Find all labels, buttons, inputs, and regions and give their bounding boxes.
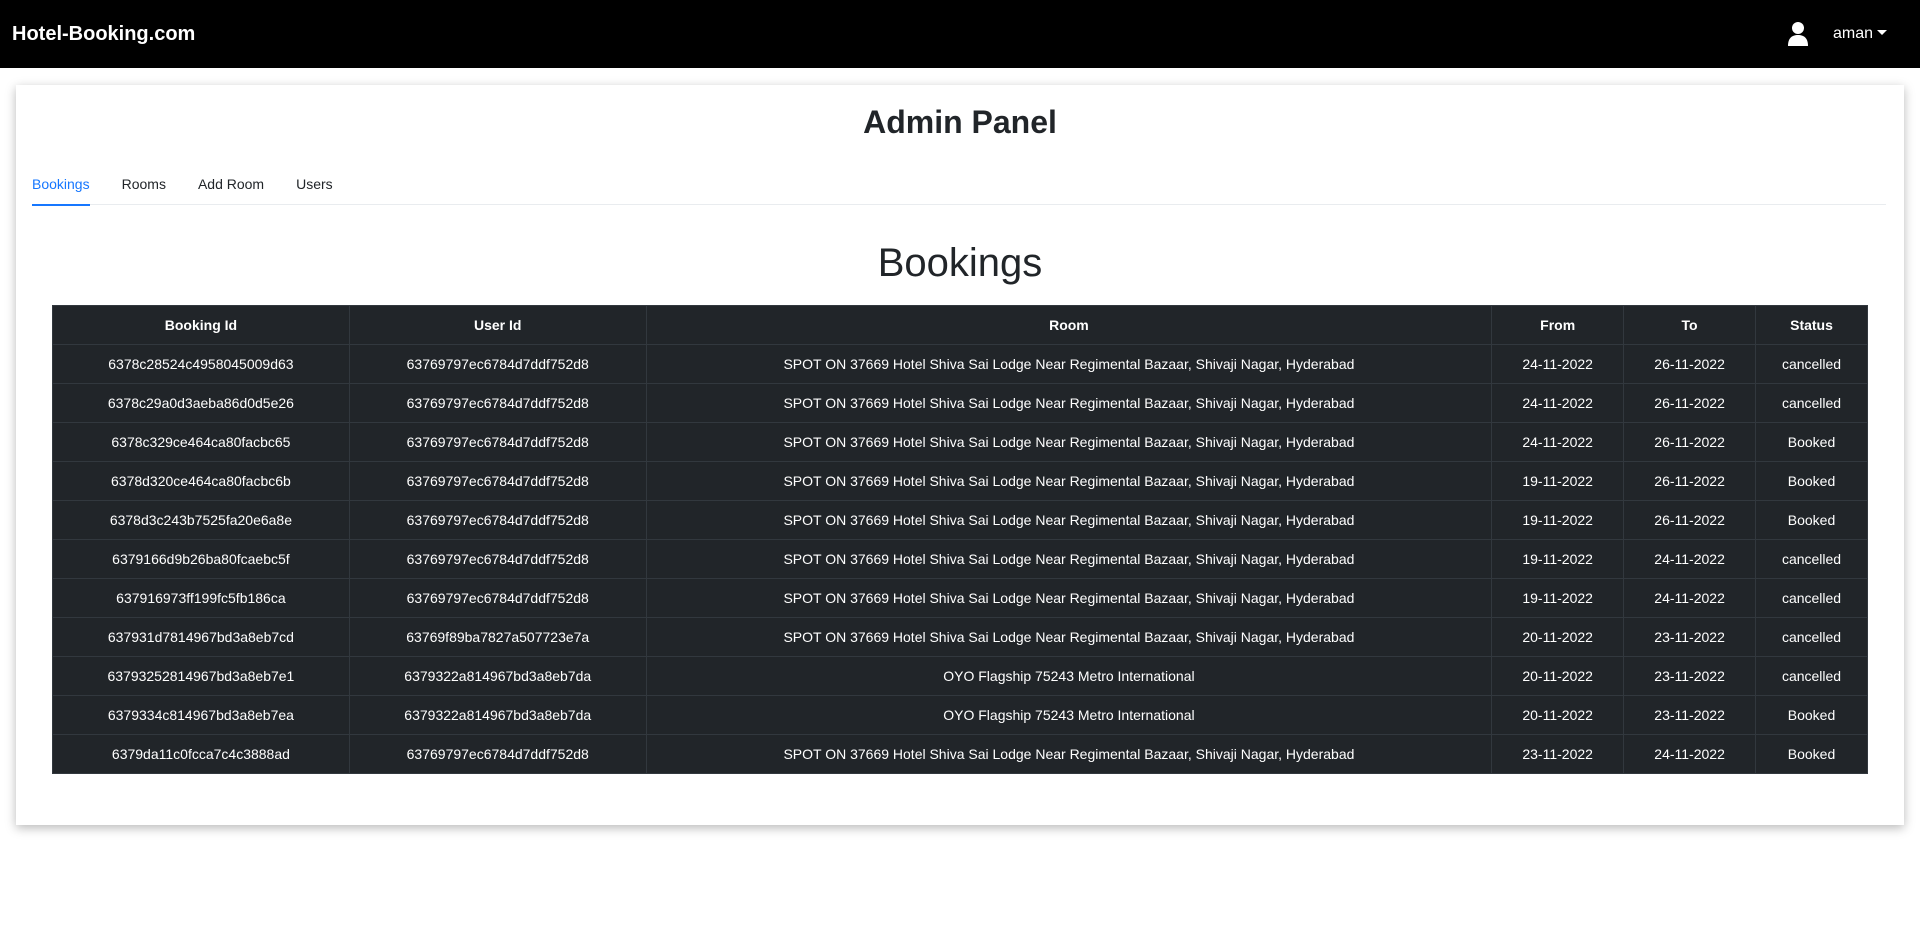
section-title: Bookings <box>877 241 1043 285</box>
user-id-cell: 63769797ec6784d7ddf752d8 <box>348 734 647 774</box>
user-id-cell: 63769797ec6784d7ddf752d8 <box>348 422 647 462</box>
room-cell: SPOT ON 37669 Hotel Shiva Sai Lodge Near… <box>645 539 1493 579</box>
status-cell: Booked <box>1755 500 1868 540</box>
column-header-room: Room <box>645 305 1493 345</box>
user-icon <box>1787 21 1809 47</box>
room-cell: SPOT ON 37669 Hotel Shiva Sai Lodge Near… <box>645 461 1493 501</box>
brand-link[interactable]: Hotel-Booking.com <box>12 23 195 46</box>
room-cell: SPOT ON 37669 Hotel Shiva Sai Lodge Near… <box>645 422 1493 462</box>
from-date-cell: 20-11-2022 <box>1491 617 1625 657</box>
status-cell: cancelled <box>1755 383 1868 423</box>
bookings-table: Booking Id User Id Room From To Status 6… <box>52 305 1868 774</box>
admin-tabs: Bookings Rooms Add Room Users <box>32 163 1886 206</box>
table-row: 63793252814967bd3a8eb7e1 6379322a814967bd… <box>52 656 1868 696</box>
user-id-cell: 63769797ec6784d7ddf752d8 <box>348 578 647 618</box>
column-header-booking-id: Booking Id <box>52 305 350 345</box>
user-id-cell: 63769797ec6784d7ddf752d8 <box>348 500 647 540</box>
user-id-cell: 6379322a814967bd3a8eb7da <box>348 695 647 735</box>
table-row: 637931d7814967bd3a8eb7cd 63769f89ba7827a5… <box>52 617 1868 657</box>
to-date-cell: 26-11-2022 <box>1623 422 1757 462</box>
from-date-cell: 20-11-2022 <box>1491 695 1625 735</box>
status-cell: Booked <box>1755 422 1868 462</box>
table-row: 637916973ff199fc5fb186ca 63769797ec6784d7… <box>52 578 1868 618</box>
user-id-cell: 63769797ec6784d7ddf752d8 <box>348 383 647 423</box>
to-date-cell: 26-11-2022 <box>1623 344 1757 384</box>
status-cell: cancelled <box>1755 617 1868 657</box>
user-dropdown[interactable]: aman <box>1787 21 1887 47</box>
from-date-cell: 19-11-2022 <box>1491 539 1625 579</box>
to-date-cell: 26-11-2022 <box>1623 461 1757 501</box>
user-id-cell: 63769f89ba7827a507723e7a <box>348 617 647 657</box>
table-row: 6378c29a0d3aeba86d0d5e26 63769797ec6784d7… <box>52 383 1868 423</box>
from-date-cell: 24-11-2022 <box>1491 422 1625 462</box>
from-date-cell: 23-11-2022 <box>1491 734 1625 774</box>
status-cell: cancelled <box>1755 539 1868 579</box>
room-cell: OYO Flagship 75243 Metro International <box>645 695 1493 735</box>
tab-add-room[interactable]: Add Room <box>198 163 264 205</box>
table-header-row: Booking Id User Id Room From To Status <box>52 305 1868 345</box>
top-navbar: Hotel-Booking.com aman <box>0 0 1920 68</box>
room-cell: SPOT ON 37669 Hotel Shiva Sai Lodge Near… <box>645 734 1493 774</box>
user-id-cell: 63769797ec6784d7ddf752d8 <box>348 539 647 579</box>
room-cell: SPOT ON 37669 Hotel Shiva Sai Lodge Near… <box>645 383 1493 423</box>
status-cell: cancelled <box>1755 656 1868 696</box>
user-id-cell: 63769797ec6784d7ddf752d8 <box>348 344 647 384</box>
from-date-cell: 19-11-2022 <box>1491 461 1625 501</box>
column-header-from: From <box>1491 305 1625 345</box>
table-row: 6379da11c0fcca7c4c3888ad 63769797ec6784d7… <box>52 734 1868 774</box>
booking-id-cell: 637931d7814967bd3a8eb7cd <box>52 617 350 657</box>
from-date-cell: 19-11-2022 <box>1491 500 1625 540</box>
booking-id-cell: 6378c329ce464ca80facbc65 <box>52 422 350 462</box>
booking-id-cell: 6379334c814967bd3a8eb7ea <box>52 695 350 735</box>
from-date-cell: 24-11-2022 <box>1491 344 1625 384</box>
table-row: 6378c329ce464ca80facbc65 63769797ec6784d7… <box>52 422 1868 462</box>
to-date-cell: 23-11-2022 <box>1623 656 1757 696</box>
booking-id-cell: 6378d320ce464ca80facbc6b <box>52 461 350 501</box>
status-cell: cancelled <box>1755 578 1868 618</box>
column-header-status: Status <box>1755 305 1868 345</box>
from-date-cell: 19-11-2022 <box>1491 578 1625 618</box>
booking-id-cell: 6378c28524c4958045009d63 <box>52 344 350 384</box>
to-date-cell: 23-11-2022 <box>1623 695 1757 735</box>
booking-id-cell: 637916973ff199fc5fb186ca <box>52 578 350 618</box>
booking-id-cell: 63793252814967bd3a8eb7e1 <box>52 656 350 696</box>
chevron-down-icon <box>1877 29 1887 35</box>
user-name: aman <box>1832 25 1873 42</box>
from-date-cell: 24-11-2022 <box>1491 383 1625 423</box>
table-row: 6378d3c243b7525fa20e6a8e 63769797ec6784d7… <box>52 500 1868 540</box>
status-cell: cancelled <box>1755 344 1868 384</box>
to-date-cell: 26-11-2022 <box>1623 383 1757 423</box>
admin-card: Admin Panel Bookings Rooms Add Room User… <box>16 85 1904 825</box>
user-id-cell: 6379322a814967bd3a8eb7da <box>348 656 647 696</box>
column-header-to: To <box>1623 305 1757 345</box>
status-cell: Booked <box>1755 695 1868 735</box>
table-row: 6378d320ce464ca80facbc6b 63769797ec6784d7… <box>52 461 1868 501</box>
tab-rooms[interactable]: Rooms <box>122 163 166 205</box>
to-date-cell: 24-11-2022 <box>1623 734 1757 774</box>
booking-id-cell: 6379166d9b26ba80fcaebc5f <box>52 539 350 579</box>
booking-id-cell: 6379da11c0fcca7c4c3888ad <box>52 734 350 774</box>
table-row: 6378c28524c4958045009d63 63769797ec6784d7… <box>52 344 1868 384</box>
page-title: Admin Panel <box>863 104 1057 140</box>
tab-users[interactable]: Users <box>296 163 333 205</box>
booking-id-cell: 6378c29a0d3aeba86d0d5e26 <box>52 383 350 423</box>
status-cell: Booked <box>1755 461 1868 501</box>
status-cell: Booked <box>1755 734 1868 774</box>
column-header-user-id: User Id <box>348 305 647 345</box>
table-row: 6379166d9b26ba80fcaebc5f 63769797ec6784d7… <box>52 539 1868 579</box>
tab-bookings[interactable]: Bookings <box>32 163 90 206</box>
room-cell: SPOT ON 37669 Hotel Shiva Sai Lodge Near… <box>645 500 1493 540</box>
room-cell: SPOT ON 37669 Hotel Shiva Sai Lodge Near… <box>645 578 1493 618</box>
user-id-cell: 63769797ec6784d7ddf752d8 <box>348 461 647 501</box>
from-date-cell: 20-11-2022 <box>1491 656 1625 696</box>
to-date-cell: 24-11-2022 <box>1623 539 1757 579</box>
room-cell: SPOT ON 37669 Hotel Shiva Sai Lodge Near… <box>645 344 1493 384</box>
room-cell: OYO Flagship 75243 Metro International <box>645 656 1493 696</box>
table-row: 6379334c814967bd3a8eb7ea 6379322a814967bd… <box>52 695 1868 735</box>
to-date-cell: 26-11-2022 <box>1623 500 1757 540</box>
booking-id-cell: 6378d3c243b7525fa20e6a8e <box>52 500 350 540</box>
room-cell: SPOT ON 37669 Hotel Shiva Sai Lodge Near… <box>645 617 1493 657</box>
to-date-cell: 24-11-2022 <box>1623 578 1757 618</box>
to-date-cell: 23-11-2022 <box>1623 617 1757 657</box>
